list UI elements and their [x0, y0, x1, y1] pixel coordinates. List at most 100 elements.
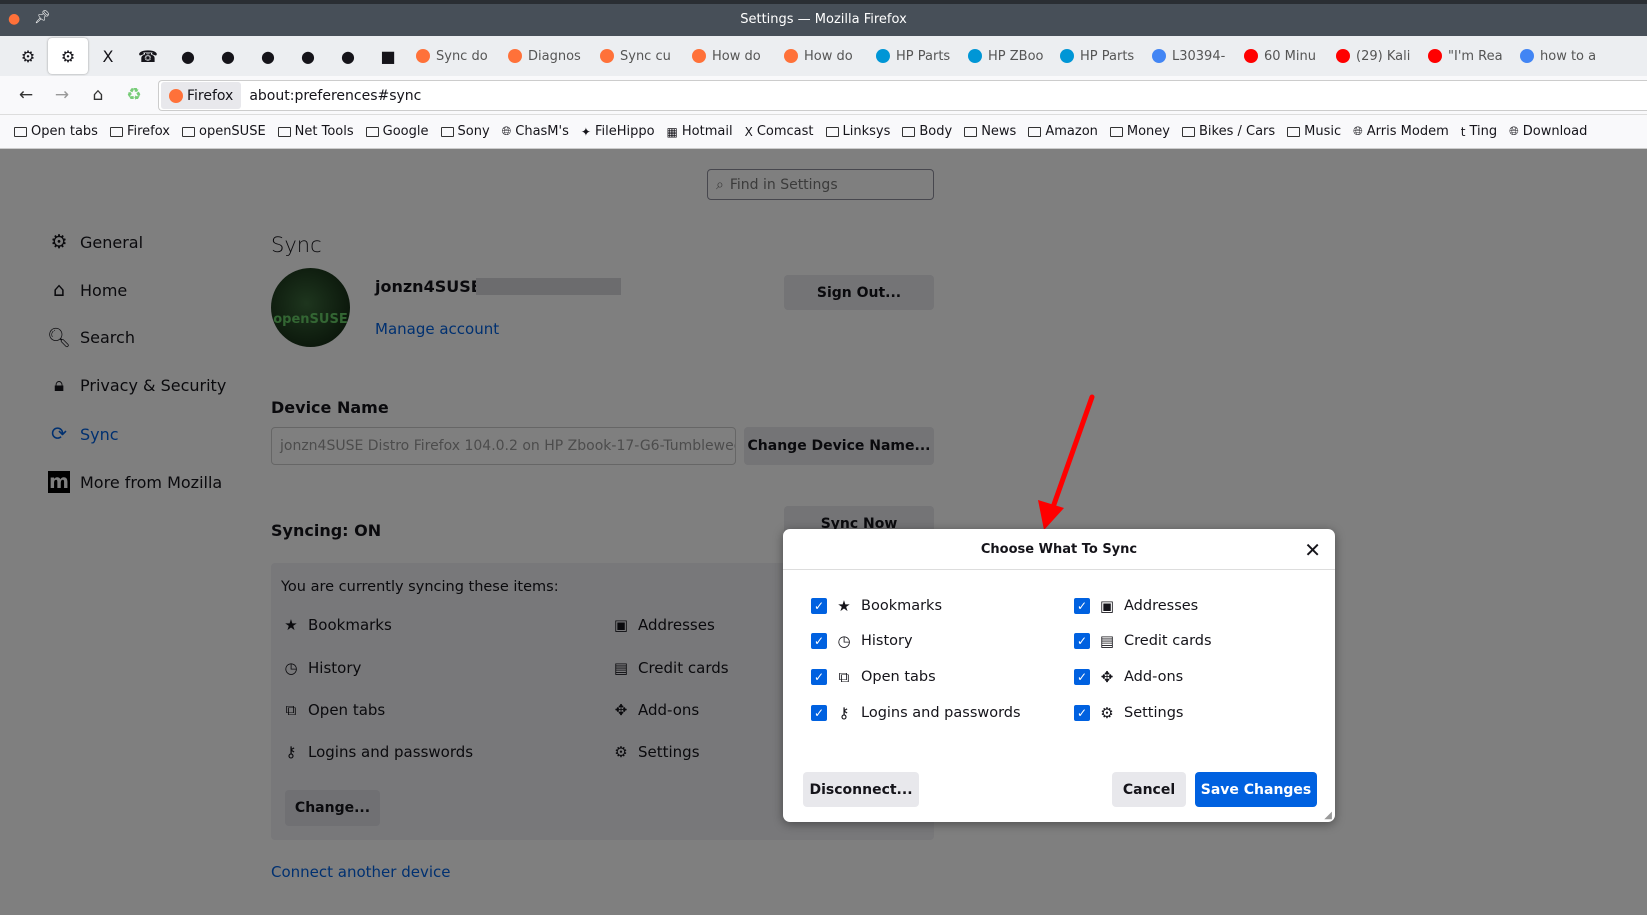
disconnect-button[interactable]: Disconnect... — [803, 772, 919, 807]
tab[interactable]: HP Parts — [868, 38, 960, 74]
folder-icon — [825, 126, 839, 137]
globe-icon: 🌐︎ — [1353, 124, 1363, 138]
url-text[interactable]: about:preferences#sync — [249, 88, 421, 104]
favicon-icon — [1244, 49, 1258, 63]
tab[interactable]: Sync cu — [592, 38, 684, 74]
tab-label: HP Parts — [1080, 48, 1135, 64]
tab-label: How do — [712, 48, 761, 64]
bookmark-item[interactable]: Net Tools — [277, 124, 354, 139]
chat-icon: ● — [181, 46, 195, 66]
bookmark-item[interactable]: Sony — [440, 124, 490, 139]
pinned-tab[interactable]: ● — [248, 38, 288, 74]
pinned-tab[interactable]: ● — [168, 38, 208, 74]
tab[interactable]: How do — [684, 38, 776, 74]
sync-option-label: History — [861, 633, 913, 649]
folder-icon — [1182, 126, 1195, 137]
sync-option-logins-and-passwords[interactable]: ✓ ⚷ Logins and passwords — [811, 704, 1021, 722]
bookmark-item[interactable]: openSUSE — [181, 124, 266, 139]
pinned-tab[interactable]: ● — [328, 38, 368, 74]
tab[interactable]: how to a — [1512, 38, 1604, 74]
save-changes-button[interactable]: Save Changes — [1195, 772, 1317, 807]
tab[interactable]: HP Parts — [1052, 38, 1144, 74]
checkbox[interactable]: ✓ — [811, 598, 827, 614]
tab-label: Diagnos — [528, 48, 581, 64]
bookmark-item[interactable]: Music — [1287, 124, 1341, 139]
bookmark-item[interactable]: 🌐︎ ChasM's — [502, 124, 569, 139]
bookmark-item[interactable]: Open tabs — [14, 124, 98, 139]
pinned-tab[interactable]: ■ — [368, 38, 408, 74]
bookmark-item[interactable]: Amazon — [1028, 124, 1098, 139]
bookmark-label: Music — [1304, 124, 1342, 139]
bookmark-item[interactable]: X Comcast — [745, 124, 814, 139]
favicon-icon — [416, 49, 430, 63]
folder-icon — [964, 126, 978, 137]
tab[interactable]: 60 Minu — [1236, 38, 1328, 74]
tab[interactable]: HP ZBoo — [960, 38, 1052, 74]
bookmark-label: Google — [382, 124, 429, 139]
forward-icon[interactable]: → — [44, 85, 80, 105]
sync-option-credit-cards[interactable]: ✓ ▤ Credit cards — [1074, 632, 1212, 650]
red-hat-icon: ● — [301, 46, 315, 66]
bookmark-item[interactable]: 🌐︎ Download — [1509, 124, 1587, 139]
sync-option-label: Add-ons — [1124, 669, 1184, 685]
bookmark-item[interactable]: ✦ FileHippo — [581, 124, 655, 139]
checkbox[interactable]: ✓ — [1074, 669, 1090, 685]
sync-option-addresses[interactable]: ✓ ▣ Addresses — [1074, 597, 1198, 615]
bookmark-item[interactable]: Google — [365, 124, 429, 139]
cancel-button[interactable]: Cancel — [1112, 772, 1186, 807]
bookmark-item[interactable]: 🌐︎ Arris Modem — [1353, 124, 1449, 139]
bookmark-item[interactable]: Money — [1109, 124, 1170, 139]
bookmark-item[interactable]: News — [964, 124, 1016, 139]
pinned-tab[interactable]: ☎ — [128, 38, 168, 74]
back-icon[interactable]: ← — [8, 85, 44, 105]
home-icon[interactable]: ⌂ — [80, 85, 116, 105]
tab[interactable]: (29) Kali — [1328, 38, 1420, 74]
checkbox[interactable]: ✓ — [1074, 633, 1090, 649]
tab-label: HP Parts — [896, 48, 951, 64]
tab-bar: ⚙ ⚙ X ☎ ● ● ● ● ● ■ Sync do Diagnos Sync cu How do How… — [0, 36, 1647, 76]
pinned-tab[interactable]: ⚙ — [8, 38, 48, 74]
sync-option-history[interactable]: ✓ ◷ History — [811, 632, 913, 650]
checkbox[interactable]: ✓ — [811, 633, 827, 649]
tab[interactable]: "I'm Rea — [1420, 38, 1512, 74]
tab[interactable]: L30394- — [1144, 38, 1236, 74]
identity-box[interactable]: Firefox — [161, 82, 242, 109]
bookmark-item[interactable]: Firefox — [109, 124, 170, 139]
tab[interactable]: How do — [776, 38, 868, 74]
tab[interactable]: Diagnos — [500, 38, 592, 74]
favicon-icon — [1060, 49, 1074, 63]
sync-option-settings[interactable]: ✓ ⚙ Settings — [1074, 704, 1183, 722]
x-icon: X — [744, 124, 753, 139]
bookmark-item[interactable]: t Ting — [1461, 124, 1497, 139]
favicon-icon — [508, 49, 522, 63]
folder-icon — [365, 126, 379, 137]
checkbox[interactable]: ✓ — [1074, 705, 1090, 721]
microsoft-icon: ▦ — [666, 124, 678, 139]
bookmark-label: Open tabs — [31, 124, 98, 139]
sync-option-open-tabs[interactable]: ✓ ⧉ Open tabs — [811, 668, 936, 686]
tab[interactable]: Sync do — [408, 38, 500, 74]
checkbox[interactable]: ✓ — [811, 705, 827, 721]
sync-option-bookmarks[interactable]: ✓ ★ Bookmarks — [811, 597, 942, 615]
bookmark-item[interactable]: ▦ Hotmail — [667, 124, 733, 139]
recycle-icon[interactable]: ♻ — [116, 85, 152, 105]
checkbox[interactable]: ✓ — [811, 669, 827, 685]
gear-icon: ⚙ — [20, 46, 36, 66]
bookmark-item[interactable]: Linksys — [825, 124, 890, 139]
url-bar[interactable]: Firefox about:preferences#sync — [158, 80, 1647, 111]
pinned-tab[interactable]: X — [88, 38, 128, 74]
close-icon[interactable]: ✕ — [1304, 538, 1321, 562]
ting-icon: t — [1460, 124, 1466, 139]
bookmark-item[interactable]: Bikes / Cars — [1182, 124, 1275, 139]
bookmark-label: ChasM's — [515, 124, 569, 139]
choose-what-to-sync-dialog: Choose What To Sync ✕ ✓ ★ Bookmarks ✓ ◷ Histo… — [783, 529, 1335, 822]
resize-grip-icon[interactable]: ◢ — [1324, 810, 1332, 821]
sync-option-add-ons[interactable]: ✓ ✥ Add-ons — [1074, 668, 1183, 686]
checkbox[interactable]: ✓ — [1074, 598, 1090, 614]
bookmark-item[interactable]: Body — [902, 124, 952, 139]
bookmark-label: News — [981, 124, 1017, 139]
pinned-tab[interactable]: ● — [288, 38, 328, 74]
favicon-icon — [1428, 49, 1442, 63]
pinned-tab[interactable]: ● — [208, 38, 248, 74]
pinned-tab[interactable]: ⚙ — [48, 38, 88, 74]
